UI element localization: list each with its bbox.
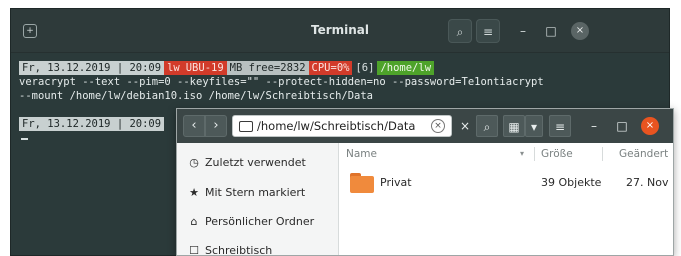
location-input[interactable]: /home/lw/Schreibtisch/Data × bbox=[232, 115, 452, 137]
prompt-date: Fr, 13.12.2019 | 20:09 bbox=[19, 117, 165, 131]
files-headerbar: ‹ › /home/lw/Schreibtisch/Data × × ⌕ ▦ ▾… bbox=[177, 109, 673, 143]
prompt-path: /home/lw bbox=[377, 61, 435, 75]
back-icon[interactable]: ‹ bbox=[183, 115, 205, 137]
star-icon: ★ bbox=[189, 186, 199, 199]
forward-icon[interactable]: › bbox=[205, 115, 227, 137]
maximize-icon[interactable]: □ bbox=[539, 19, 563, 43]
file-modified: 27. Nov bbox=[626, 176, 669, 189]
file-size: 39 Objekte bbox=[541, 176, 602, 189]
prompt-cpu: CPU=0% bbox=[308, 61, 353, 75]
prompt-line: Fr, 13.12.2019 | 20:09 lw UBU-19 MB free=28… bbox=[19, 61, 435, 75]
column-header-name[interactable]: Name bbox=[346, 143, 377, 165]
sidebar-item-recent[interactable]: ◷ Zuletzt verwendet bbox=[177, 149, 338, 177]
file-list: Name ▾ Größe Geändert Privat 39 Objekte … bbox=[340, 143, 673, 255]
home-icon: ⌂ bbox=[190, 215, 198, 228]
terminal-titlebar: + Terminal ⌕ ≡ – □ × bbox=[11, 9, 669, 53]
command-line: --mount /home/lw/debian10.iso /home/lw/S… bbox=[19, 90, 374, 102]
folder-icon bbox=[239, 121, 253, 132]
command-line: veracrypt --text --pim=0 --keyfiles="" -… bbox=[19, 76, 544, 88]
prompt-line: Fr, 13.12.2019 | 20:09 bbox=[19, 117, 165, 131]
menu-icon[interactable]: ≡ bbox=[549, 115, 571, 137]
places-sidebar: ◷ Zuletzt verwendet ★ Mit Stern markiert… bbox=[177, 143, 339, 256]
close-search-icon[interactable]: × bbox=[456, 115, 474, 137]
sidebar-item-home[interactable]: ⌂ Persönlicher Ordner bbox=[177, 208, 338, 236]
files-window: ‹ › /home/lw/Schreibtisch/Data × × ⌕ ▦ ▾… bbox=[176, 108, 674, 256]
minimize-icon[interactable]: – bbox=[585, 115, 603, 137]
file-name[interactable]: Privat bbox=[380, 176, 412, 189]
desktop-icon: ☐ bbox=[189, 244, 199, 256]
sidebar-item-starred[interactable]: ★ Mit Stern markiert bbox=[177, 179, 338, 207]
search-icon[interactable]: ⌕ bbox=[448, 19, 472, 43]
sidebar-item-label: Zuletzt verwendet bbox=[205, 156, 306, 169]
sort-arrow-icon[interactable]: ▾ bbox=[520, 143, 524, 165]
maximize-icon[interactable]: □ bbox=[613, 115, 631, 137]
terminal-cursor bbox=[21, 138, 28, 140]
prompt-jobs: [6] bbox=[355, 62, 375, 74]
column-header-modified[interactable]: Geändert bbox=[619, 143, 668, 165]
prompt-date: Fr, 13.12.2019 | 20:09 bbox=[19, 61, 165, 75]
column-separator bbox=[534, 147, 535, 161]
search-icon[interactable]: ⌕ bbox=[476, 115, 498, 137]
sidebar-item-label: Mit Stern markiert bbox=[205, 186, 306, 199]
minimize-icon[interactable]: – bbox=[511, 19, 535, 43]
menu-icon[interactable]: ≡ bbox=[476, 19, 500, 43]
sidebar-item-label: Persönlicher Ordner bbox=[205, 215, 315, 228]
view-toggle-icon[interactable]: ▦ bbox=[503, 115, 525, 137]
sidebar-item-label: Schreibtisch bbox=[205, 244, 273, 256]
column-header-size[interactable]: Größe bbox=[541, 143, 573, 165]
clear-icon[interactable]: × bbox=[431, 119, 445, 133]
view-dropdown-icon[interactable]: ▾ bbox=[525, 115, 543, 137]
prompt-mem: MB free=2832 bbox=[226, 61, 309, 75]
clock-icon: ◷ bbox=[189, 156, 199, 169]
sidebar-item-desktop[interactable]: ☐ Schreibtisch bbox=[177, 237, 338, 256]
prompt-host: UBU-19 bbox=[182, 61, 227, 75]
location-text: /home/lw/Schreibtisch/Data bbox=[257, 119, 416, 133]
close-icon[interactable]: × bbox=[571, 22, 589, 40]
folder-icon bbox=[350, 173, 374, 193]
column-separator bbox=[602, 147, 603, 161]
prompt-user: lw bbox=[164, 61, 183, 75]
close-icon[interactable]: × bbox=[641, 117, 659, 135]
